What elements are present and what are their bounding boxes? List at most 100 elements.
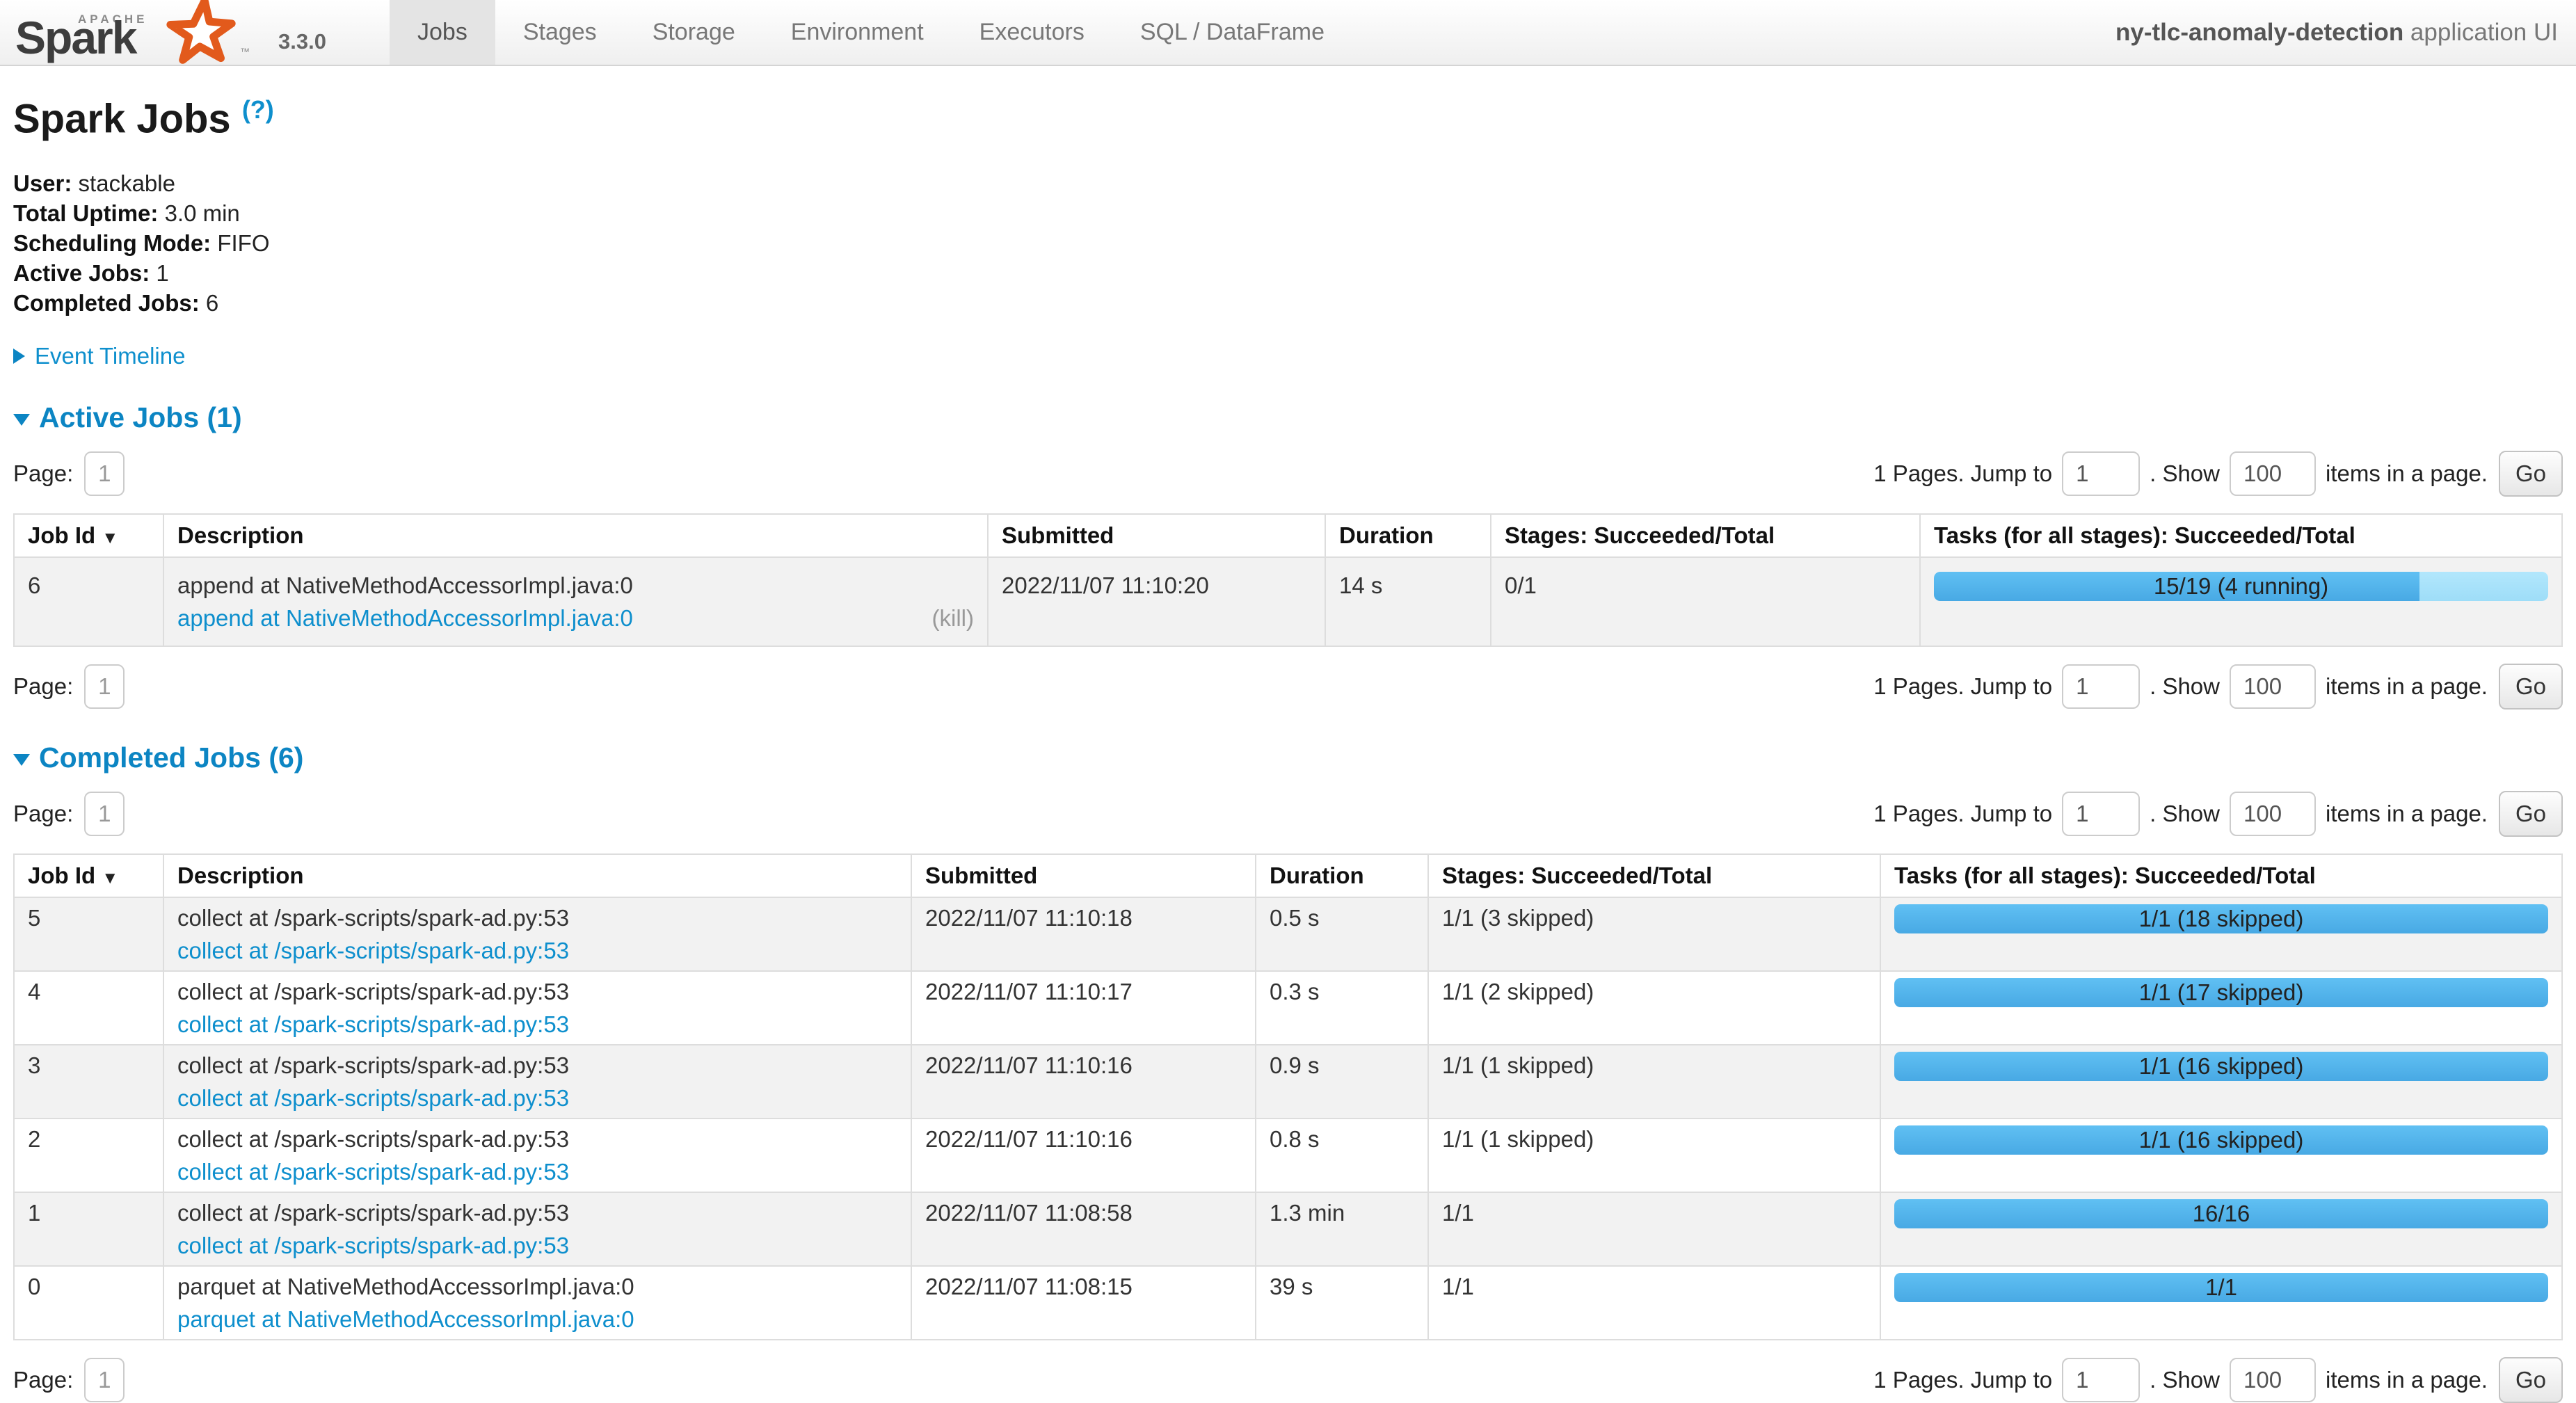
job-tasks-cell: 1/1 (16 skipped) xyxy=(1880,1045,2562,1119)
event-timeline-label: Event Timeline xyxy=(35,343,185,369)
job-description-cell: collect at /spark-scripts/spark-ad.py:53… xyxy=(163,897,911,971)
summary-scheduling-mode: Scheduling Mode: FIFO xyxy=(13,228,2563,258)
job-duration-value: 0.8 s xyxy=(1270,1123,1414,1155)
tab-executors[interactable]: Executors xyxy=(952,0,1112,65)
summary-scheduling-label: Scheduling Mode: xyxy=(13,230,211,256)
job-detail-link[interactable]: collect at /spark-scripts/spark-ad.py:53 xyxy=(177,1233,569,1258)
pages-jump-label: 1 Pages. Jump to xyxy=(1873,1367,2052,1393)
header-job-id[interactable]: Job Id ▼ xyxy=(14,514,163,557)
jump-to-input[interactable]: 1 xyxy=(2062,664,2140,709)
job-id-value: 3 xyxy=(28,1049,150,1082)
application-name-suffix: application UI xyxy=(2403,19,2558,46)
go-button[interactable]: Go xyxy=(2499,451,2563,497)
job-id-value: 1 xyxy=(28,1196,150,1229)
header-stages[interactable]: Stages: Succeeded/Total xyxy=(1491,514,1920,557)
event-timeline-toggle[interactable]: Event Timeline xyxy=(13,343,2563,369)
spark-brand[interactable]: APACHE Spark ™ 3.3.0 xyxy=(0,0,390,65)
header-tasks[interactable]: Tasks (for all stages): Succeeded/Total xyxy=(1920,514,2562,557)
progress-label: 1/1 (17 skipped) xyxy=(1894,978,2548,1007)
header-tasks[interactable]: Tasks (for all stages): Succeeded/Total xyxy=(1880,854,2562,897)
job-id-cell: 0 xyxy=(14,1266,163,1340)
tab-sql-dataframe[interactable]: SQL / DataFrame xyxy=(1112,0,1352,65)
job-detail-link[interactable]: append at NativeMethodAccessorImpl.java:… xyxy=(177,605,633,631)
header-description[interactable]: Description xyxy=(163,854,911,897)
show-items-input[interactable]: 100 xyxy=(2230,792,2316,836)
tasks-progress-bar: 1/1 (16 skipped) xyxy=(1894,1052,2548,1081)
job-description-text: collect at /spark-scripts/spark-ad.py:53 xyxy=(177,1123,897,1155)
pager-controls: 1 Pages. Jump to 1 . Show 100 items in a… xyxy=(1873,1357,2563,1403)
completed-jobs-count: 6 xyxy=(206,290,218,316)
header-duration[interactable]: Duration xyxy=(1325,514,1491,557)
page-number-input[interactable]: 1 xyxy=(84,451,125,496)
job-detail-link[interactable]: collect at /spark-scripts/spark-ad.py:53 xyxy=(177,1011,569,1037)
tab-stages[interactable]: Stages xyxy=(495,0,625,65)
application-name: ny-tlc-anomaly-detection xyxy=(2115,19,2403,46)
job-id-value: 4 xyxy=(28,975,150,1008)
active-jobs-count: 1 xyxy=(156,260,168,286)
header-description[interactable]: Description xyxy=(163,514,988,557)
job-tasks-cell: 1/1 xyxy=(1880,1266,2562,1340)
help-link[interactable]: (?) xyxy=(242,95,274,124)
job-id-value: 2 xyxy=(28,1123,150,1155)
jump-to-input[interactable]: 1 xyxy=(2062,792,2140,836)
job-submitted-value: 2022/11/07 11:10:20 xyxy=(1002,569,1311,602)
progress-label: 15/19 (4 running) xyxy=(1934,572,2548,601)
summary-completed-jobs: Completed Jobs: 6 xyxy=(13,288,2563,318)
job-description-text: collect at /spark-scripts/spark-ad.py:53 xyxy=(177,1196,897,1229)
collapse-arrow-down-icon xyxy=(13,754,30,766)
header-submitted[interactable]: Submitted xyxy=(988,514,1325,557)
job-detail-link[interactable]: collect at /spark-scripts/spark-ad.py:53 xyxy=(177,1159,569,1185)
tasks-progress-bar: 1/1 xyxy=(1894,1273,2548,1302)
job-stages-cell: 1/1 (2 skipped) xyxy=(1428,971,1880,1045)
go-button[interactable]: Go xyxy=(2499,664,2563,709)
job-submitted-cell: 2022/11/07 11:10:16 xyxy=(911,1119,1256,1192)
job-submitted-cell: 2022/11/07 11:08:58 xyxy=(911,1192,1256,1266)
active-jobs-link[interactable]: Active Jobs: xyxy=(13,260,150,286)
completed-jobs-heading-text: Completed Jobs (6) xyxy=(39,741,303,774)
job-stages-cell: 1/1 (3 skipped) xyxy=(1428,897,1880,971)
summary-user-value: stackable xyxy=(79,170,175,196)
job-submitted-cell: 2022/11/07 11:10:16 xyxy=(911,1045,1256,1119)
header-duration[interactable]: Duration xyxy=(1256,854,1428,897)
go-button[interactable]: Go xyxy=(2499,1357,2563,1403)
job-description-cell: collect at /spark-scripts/spark-ad.py:53… xyxy=(163,1119,911,1192)
header-job-id[interactable]: Job Id ▼ xyxy=(14,854,163,897)
tab-storage[interactable]: Storage xyxy=(625,0,763,65)
job-stages-value: 1/1 xyxy=(1442,1270,1866,1303)
job-id-value: 0 xyxy=(28,1270,150,1303)
completed-jobs-section-heading[interactable]: Completed Jobs (6) xyxy=(13,741,2563,774)
job-detail-link[interactable]: collect at /spark-scripts/spark-ad.py:53 xyxy=(177,1085,569,1111)
jump-to-input[interactable]: 1 xyxy=(2062,1358,2140,1402)
go-button[interactable]: Go xyxy=(2499,791,2563,837)
job-duration-cell: 1.3 min xyxy=(1256,1192,1428,1266)
progress-label: 1/1 xyxy=(1894,1273,2548,1302)
job-description-cell: collect at /spark-scripts/spark-ad.py:53… xyxy=(163,1045,911,1119)
tab-environment[interactable]: Environment xyxy=(763,0,952,65)
active-jobs-section-heading[interactable]: Active Jobs (1) xyxy=(13,401,2563,434)
show-items-input[interactable]: 100 xyxy=(2230,1358,2316,1402)
header-submitted[interactable]: Submitted xyxy=(911,854,1256,897)
job-summary-list: User: stackable Total Uptime: 3.0 min Sc… xyxy=(13,168,2563,318)
brand-spark-text: Spark xyxy=(15,11,136,64)
tab-jobs[interactable]: Jobs xyxy=(390,0,495,65)
job-description-text: append at NativeMethodAccessorImpl.java:… xyxy=(177,569,974,602)
kill-job-link[interactable]: (kill) xyxy=(932,602,974,634)
show-items-input[interactable]: 100 xyxy=(2230,451,2316,496)
job-id-value: 6 xyxy=(28,569,150,602)
job-stages-cell: 1/1 xyxy=(1428,1266,1880,1340)
page-number-input[interactable]: 1 xyxy=(84,1358,125,1402)
job-detail-link[interactable]: parquet at NativeMethodAccessorImpl.java… xyxy=(177,1306,634,1332)
completed-job-row: 5 collect at /spark-scripts/spark-ad.py:… xyxy=(14,897,2562,971)
page-number-input[interactable]: 1 xyxy=(84,792,125,836)
brand-trademark: ™ xyxy=(240,46,250,57)
header-stages[interactable]: Stages: Succeeded/Total xyxy=(1428,854,1880,897)
page-label: Page: xyxy=(13,801,73,827)
job-duration-value: 0.5 s xyxy=(1270,901,1414,934)
jump-to-input[interactable]: 1 xyxy=(2062,451,2140,496)
show-items-input[interactable]: 100 xyxy=(2230,664,2316,709)
job-detail-link[interactable]: collect at /spark-scripts/spark-ad.py:53 xyxy=(177,938,569,963)
completed-jobs-link[interactable]: Completed Jobs: xyxy=(13,290,200,316)
job-submitted-value: 2022/11/07 11:10:17 xyxy=(925,975,1242,1008)
page-number-input[interactable]: 1 xyxy=(84,664,125,709)
job-submitted-value: 2022/11/07 11:10:16 xyxy=(925,1123,1242,1155)
